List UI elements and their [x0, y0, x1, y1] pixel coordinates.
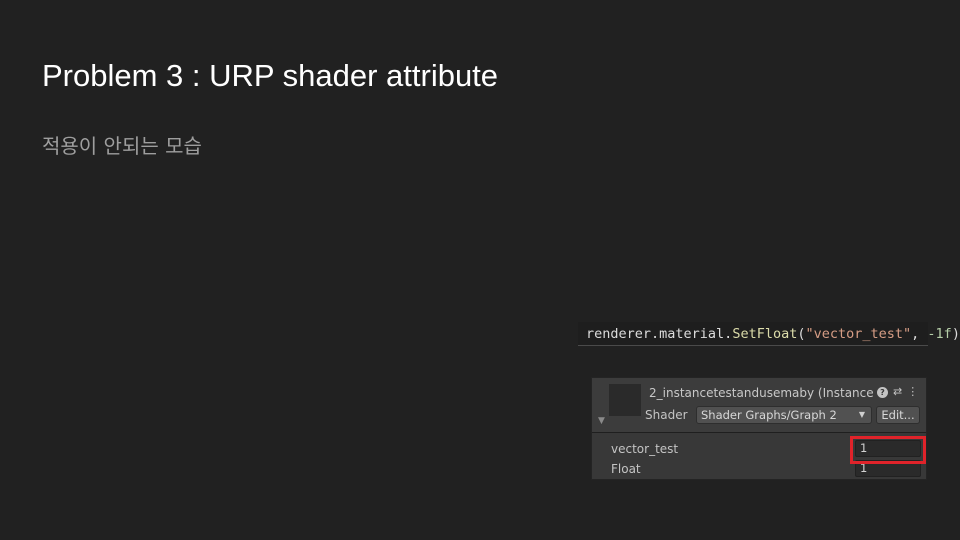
code-token: SetFloat [732, 326, 798, 342]
shader-dropdown-value: Shader Graphs/Graph 2 [701, 408, 837, 422]
shader-label: Shader [645, 408, 688, 422]
material-preview-thumbnail [609, 384, 641, 416]
help-icon[interactable]: ? [877, 386, 888, 398]
inspector-header: ▼ 2_instancetestandusemaby (Instance) ? ⇄… [592, 378, 926, 433]
code-token: -1f [927, 326, 952, 342]
highlight-box [850, 436, 926, 464]
property-label: Float [611, 462, 641, 476]
kebab-menu-icon[interactable]: ⋮ [907, 384, 918, 400]
code-snippet: renderer.material.SetFloat("vector_test"… [578, 322, 960, 346]
chevron-down-icon: ▼ [858, 410, 865, 419]
slide-subtitle: 적용이 안되는 모습 [42, 134, 202, 158]
header-icons: ? ⇄ ⋮ [877, 384, 923, 400]
material-name: 2_instancetestandusemaby (Instance) [649, 386, 873, 400]
property-label: vector_test [611, 442, 679, 456]
edit-button[interactable]: Edit... [876, 406, 920, 424]
code-token: renderer.material. [586, 326, 733, 342]
foldout-arrow-icon[interactable]: ▼ [598, 416, 605, 426]
shader-dropdown[interactable]: Shader Graphs/Graph 2 ▼ [696, 406, 872, 424]
code-token: ); [951, 326, 960, 342]
code-token: "vector_test" [805, 326, 912, 342]
code-token: , [911, 326, 928, 342]
slide-title: Problem 3 : URP shader attribute [42, 58, 499, 93]
material-inspector: ▼ 2_instancetestandusemaby (Instance) ? ⇄… [591, 377, 927, 480]
preset-icon[interactable]: ⇄ [893, 384, 902, 400]
